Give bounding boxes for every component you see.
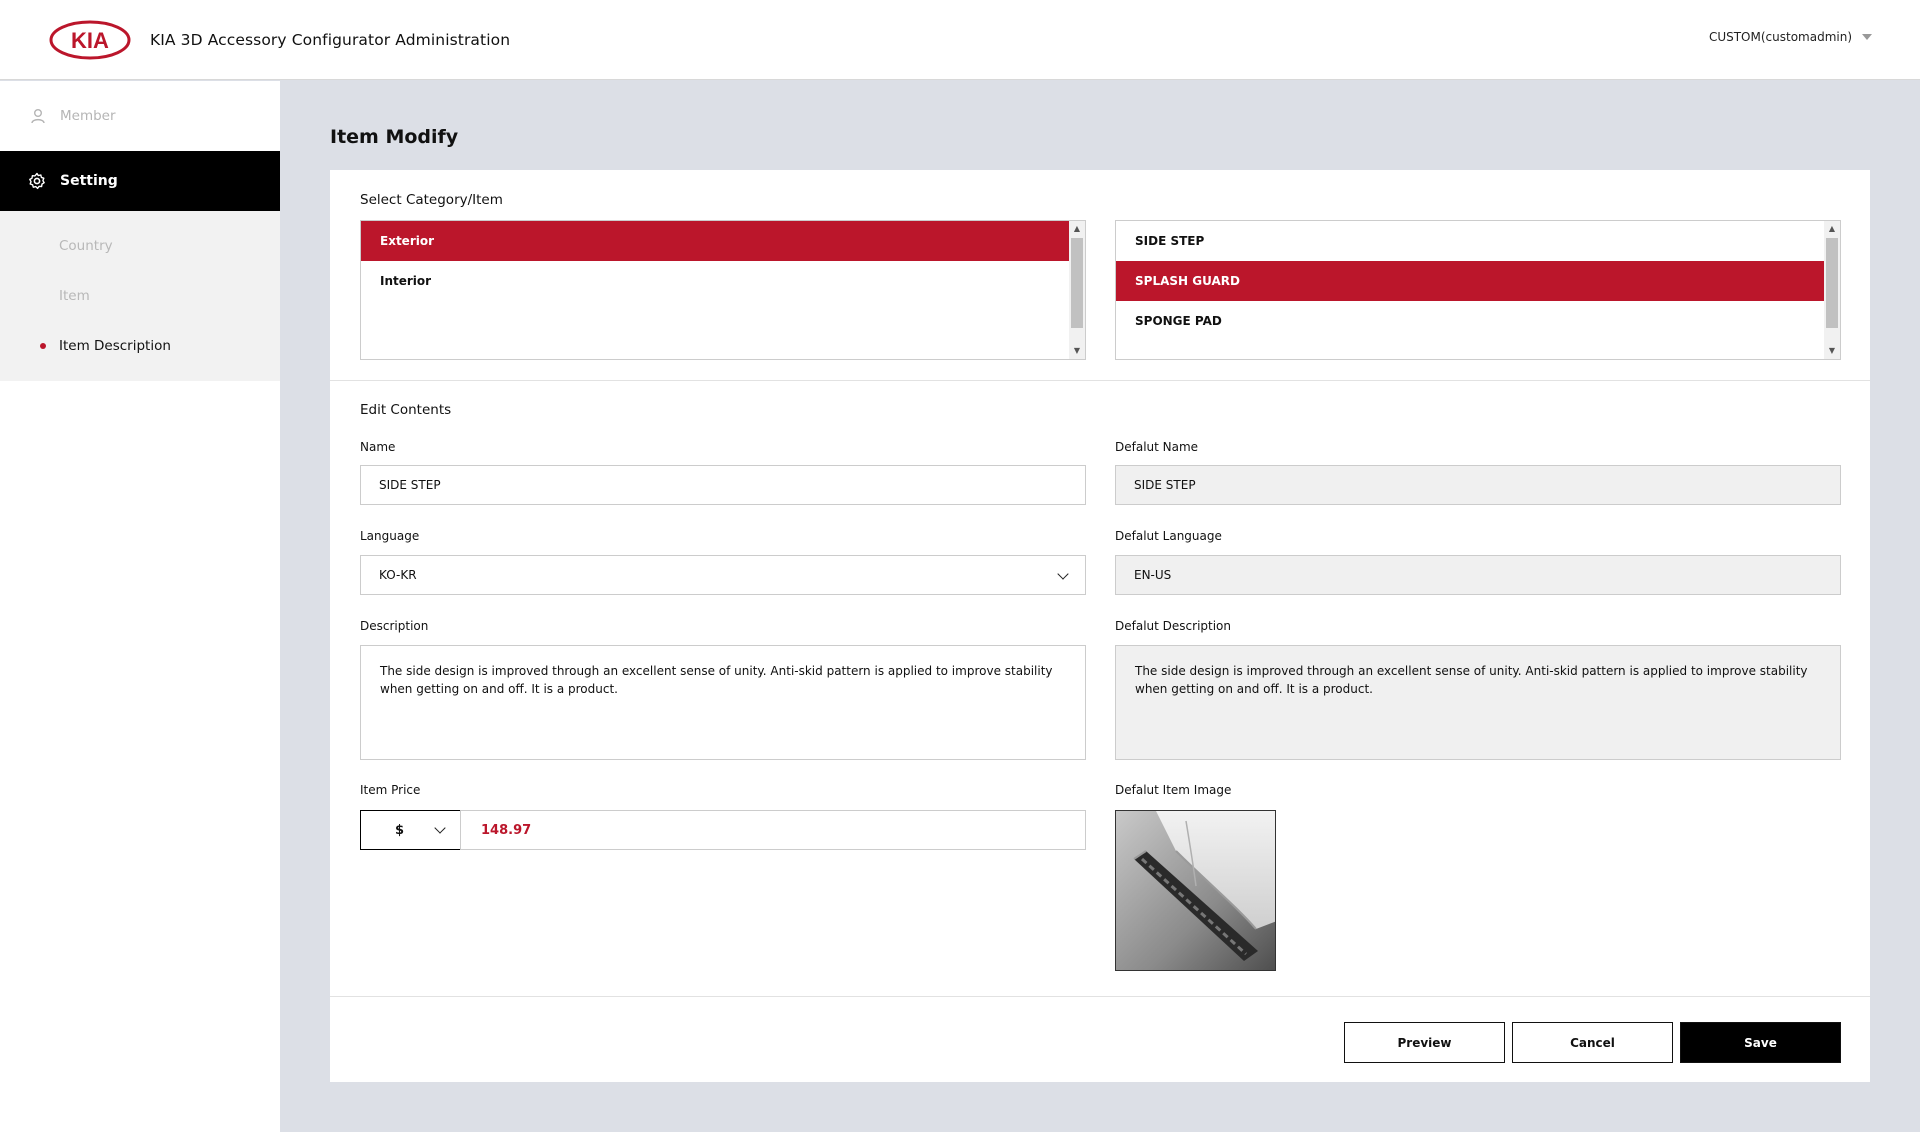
language-label: Language [360, 529, 420, 543]
preview-button[interactable]: Preview [1344, 1022, 1505, 1063]
user-name: CUSTOM(customadmin) [1708, 30, 1852, 44]
list-item[interactable]: SPLASH GUARD [1116, 261, 1824, 301]
item-list[interactable]: SIDE STEP SPLASH GUARD SPONGE PAD ▲ ▼ [1115, 220, 1841, 360]
chevron-down-icon [434, 822, 446, 834]
default-description-field: The side design is improved through an e… [1115, 645, 1841, 760]
name-value: SIDE STEP [379, 478, 441, 492]
list-item[interactable]: Interior [361, 261, 1069, 301]
user-icon [31, 109, 45, 124]
default-name-label: Defalut Name [1115, 440, 1199, 454]
app-title: KIA 3D Accessory Configurator Administra… [150, 31, 511, 49]
scroll-up-arrow-icon[interactable]: ▲ [1824, 221, 1840, 237]
price-input[interactable]: 148.97 [460, 810, 1086, 850]
default-item-image [1115, 810, 1276, 971]
currency-select[interactable]: $ [360, 810, 461, 850]
scroll-thumb[interactable] [1826, 238, 1838, 328]
chevron-down-icon [1057, 568, 1069, 580]
default-description-label: Defalut Description [1115, 619, 1232, 633]
setting-submenu: Country Item Item Description [0, 211, 280, 381]
footer-divider [330, 996, 1870, 997]
name-label: Name [360, 440, 396, 454]
scroll-up-arrow-icon[interactable]: ▲ [1069, 221, 1085, 237]
page-title: Item Modify [330, 126, 459, 148]
default-name-value: SIDE STEP [1134, 478, 1196, 492]
language-value: KO-KR [379, 568, 417, 582]
caret-down-icon [1862, 34, 1872, 40]
default-language-field: EN-US [1115, 555, 1841, 595]
list-item[interactable]: Exterior [361, 221, 1069, 261]
sidebar: Member Setting Country Item Item Descrip… [0, 81, 280, 1132]
submenu-item-item[interactable]: Item [0, 271, 280, 321]
submenu-item-item-description[interactable]: Item Description [0, 321, 280, 371]
scroll-thumb[interactable] [1071, 238, 1083, 328]
main-panel: Select Category/Item Exterior Interior ▲… [330, 170, 1870, 1082]
category-list[interactable]: Exterior Interior ▲ ▼ [360, 220, 1086, 360]
price-value: 148.97 [481, 822, 532, 838]
save-button[interactable]: Save [1680, 1022, 1841, 1063]
kia-logo[interactable]: KIA [49, 20, 131, 60]
language-select[interactable]: KO-KR [360, 555, 1086, 595]
scroll-down-arrow-icon[interactable]: ▼ [1824, 343, 1840, 359]
sidebar-item-setting[interactable]: Setting [0, 151, 280, 211]
currency-value: $ [395, 822, 405, 838]
logo-text: KIA [71, 28, 109, 53]
default-language-value: EN-US [1134, 568, 1172, 582]
sidebar-item-label: Member [60, 108, 116, 124]
name-input[interactable]: SIDE STEP [360, 465, 1086, 505]
top-header: KIA KIA 3D Accessory Configurator Admini… [0, 0, 1920, 80]
default-name-field: SIDE STEP [1115, 465, 1841, 505]
price-label: Item Price [360, 783, 421, 797]
select-section-title: Select Category/Item [360, 192, 503, 208]
scroll-down-arrow-icon[interactable]: ▼ [1069, 343, 1085, 359]
submenu-item-country[interactable]: Country [0, 221, 280, 271]
category-scrollbar[interactable]: ▲ ▼ [1069, 221, 1085, 359]
description-label: Description [360, 619, 429, 633]
item-scrollbar[interactable]: ▲ ▼ [1824, 221, 1840, 359]
default-language-label: Defalut Language [1115, 529, 1222, 543]
list-item[interactable]: SPONGE PAD [1116, 301, 1824, 341]
gear-icon [29, 172, 45, 190]
cancel-button[interactable]: Cancel [1512, 1022, 1673, 1063]
sidebar-item-member[interactable]: Member [0, 81, 280, 151]
description-textarea[interactable]: The side design is improved through an e… [360, 645, 1086, 760]
default-image-label: Defalut Item Image [1115, 783, 1232, 797]
sidebar-item-label: Setting [60, 173, 118, 189]
list-item[interactable]: SIDE STEP [1116, 221, 1824, 261]
edit-section-title: Edit Contents [360, 402, 452, 418]
user-menu[interactable]: CUSTOM(customadmin) [1709, 30, 1872, 44]
section-divider [330, 380, 1870, 381]
